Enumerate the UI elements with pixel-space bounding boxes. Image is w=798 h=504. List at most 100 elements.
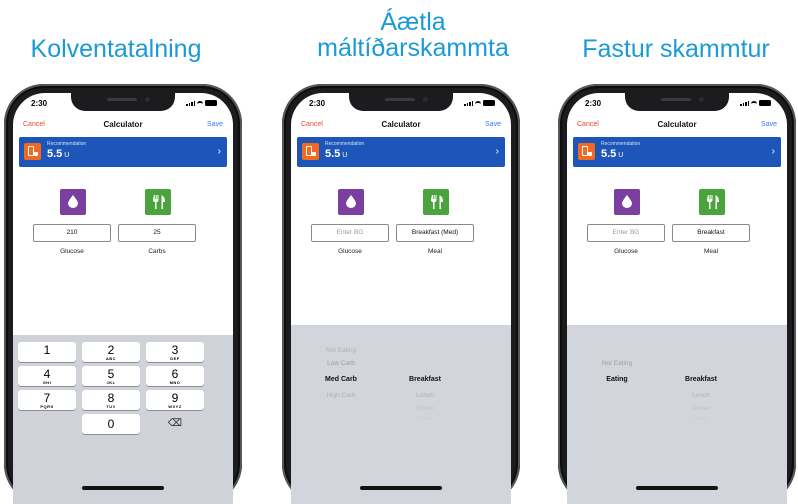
fork-knife-icon [153, 195, 165, 209]
picker-option[interactable]: Dinner [387, 405, 463, 412]
glucose-tile[interactable] [60, 189, 86, 215]
save-button[interactable]: Save [485, 121, 501, 128]
carbs-input[interactable]: 25 [118, 224, 196, 242]
wifi-icon [475, 101, 481, 106]
picker-option[interactable]: Lunch [663, 392, 739, 399]
carbs-tile[interactable] [145, 189, 171, 215]
recommendation-banner[interactable]: Recommendation 5.5 U › [297, 137, 505, 167]
recommendation-unit: U [64, 152, 70, 159]
key-6[interactable]: 6 MNO [146, 366, 204, 386]
meal-tile[interactable] [423, 189, 449, 215]
drop-icon [622, 195, 632, 208]
title-meal-estimation: Áætla máltíðarskammta [288, 9, 538, 61]
recommendation-banner[interactable]: Recommendation 5.5 U › [19, 137, 227, 167]
status-icons [740, 100, 771, 106]
home-indicator[interactable] [360, 486, 442, 490]
drop-icon [68, 195, 78, 208]
status-time: 2:30 [585, 99, 602, 108]
save-button[interactable]: Save [761, 121, 777, 128]
picker-option-selected[interactable]: Med Carb [303, 376, 379, 383]
key-1[interactable]: 1 [18, 342, 76, 362]
key-9[interactable]: 9 WXYZ [146, 390, 204, 410]
picker-option[interactable]: Not Eating [579, 360, 655, 367]
picker-option-selected[interactable]: Breakfast [387, 376, 463, 383]
nav-bar: Cancel Calculator Save [291, 117, 511, 135]
phone-screen: 2:30 Cancel Calculator Save Recommendati… [567, 93, 787, 504]
key-3[interactable]: 3 DEF [146, 342, 204, 362]
meal-input[interactable]: Breakfast [672, 224, 750, 242]
title-meal-estimation-line1: Áætla [380, 8, 446, 36]
save-button[interactable]: Save [207, 121, 223, 128]
recommendation-value: 5.5 U [325, 148, 347, 160]
chevron-right-icon: › [771, 146, 775, 157]
picker-option[interactable]: Low Carb [303, 360, 379, 367]
picker-option[interactable]: Snack [387, 416, 463, 422]
home-indicator[interactable] [636, 486, 718, 490]
status-time: 2:30 [309, 99, 326, 108]
title-meal-estimation-line2: máltíðarskammta [317, 34, 509, 62]
fork-knife-icon [431, 195, 443, 209]
key-7[interactable]: 7 PQRS [18, 390, 76, 410]
meal-input[interactable]: Breakfast (Med) [396, 224, 474, 242]
glucose-tile[interactable] [614, 189, 640, 215]
glucose-input[interactable]: 210 [33, 224, 111, 242]
nav-bar: Cancel Calculator Save [13, 117, 233, 135]
glucose-tile[interactable] [338, 189, 364, 215]
phone-meal-estimation: 2:30 Cancel Calculator Save Recommendati… [282, 84, 520, 504]
key-5[interactable]: 5 JKL [82, 366, 140, 386]
picker-option[interactable]: High Carb [303, 392, 379, 399]
phone-screen: 2:30 Cancel Calculator Save Recommendati… [291, 93, 511, 504]
battery-icon [759, 100, 771, 106]
meal-picker[interactable]: Not Eating Low Carb Med Carb High Carb B… [291, 325, 511, 504]
picker-option[interactable]: Lunch [387, 392, 463, 399]
title-fixed-dose: Fastur skammtur [582, 35, 770, 63]
carbs-label: Carbs [148, 248, 166, 255]
phone-carb-counting: 2:30 Cancel Calculator Save Recommendati… [4, 84, 242, 504]
recommendation-unit: U [618, 152, 624, 159]
title-carb-counting: Kolventatalning [30, 35, 202, 63]
nav-title: Calculator [657, 120, 697, 129]
glucose-input[interactable]: Enter BG [587, 224, 665, 242]
recommendation-label: Recommendation [325, 141, 365, 147]
picker-option[interactable]: Snack [663, 416, 739, 422]
meal-label: Meal [703, 248, 719, 255]
notch [71, 93, 175, 111]
battery-icon [205, 100, 217, 106]
notch [349, 93, 453, 111]
meal-picker[interactable]: Not Eating Eating Breakfast Lunch Dinner… [567, 325, 787, 504]
calculator-icon [24, 143, 41, 160]
recommendation-value: 5.5 U [601, 148, 623, 160]
chevron-right-icon: › [217, 146, 221, 157]
recommendation-label: Recommendation [47, 141, 87, 147]
recommendation-label: Recommendation [601, 141, 641, 147]
wifi-icon [197, 101, 203, 106]
signal-icon [186, 101, 195, 106]
backspace-icon[interactable]: ⌫ [146, 414, 204, 434]
home-indicator[interactable] [82, 486, 164, 490]
recommendation-banner[interactable]: Recommendation 5.5 U › [573, 137, 781, 167]
phone-fixed-dose: 2:30 Cancel Calculator Save Recommendati… [558, 84, 796, 504]
nav-title: Calculator [381, 120, 421, 129]
wifi-icon [751, 101, 757, 106]
drop-icon [346, 195, 356, 208]
fork-knife-icon [707, 195, 719, 209]
picker-option-selected[interactable]: Eating [579, 376, 655, 383]
meal-tile[interactable] [699, 189, 725, 215]
key-0[interactable]: 0 [82, 414, 140, 434]
picker-option[interactable]: Not Eating [303, 347, 379, 354]
battery-icon [483, 100, 495, 106]
status-icons [464, 100, 495, 106]
nav-title: Calculator [103, 120, 143, 129]
picker-option[interactable]: Dinner [663, 405, 739, 412]
key-4[interactable]: 4 GHI [18, 366, 76, 386]
key-8[interactable]: 8 TUV [82, 390, 140, 410]
glucose-input[interactable]: Enter BG [311, 224, 389, 242]
picker-option-selected[interactable]: Breakfast [663, 376, 739, 383]
glucose-label: Glucose [614, 248, 638, 255]
status-time: 2:30 [31, 99, 48, 108]
meal-label: Meal [427, 248, 443, 255]
nav-bar: Cancel Calculator Save [567, 117, 787, 135]
recommendation-number: 5.5 [47, 148, 63, 160]
recommendation-value: 5.5 U [47, 148, 69, 160]
key-2[interactable]: 2 ABC [82, 342, 140, 362]
